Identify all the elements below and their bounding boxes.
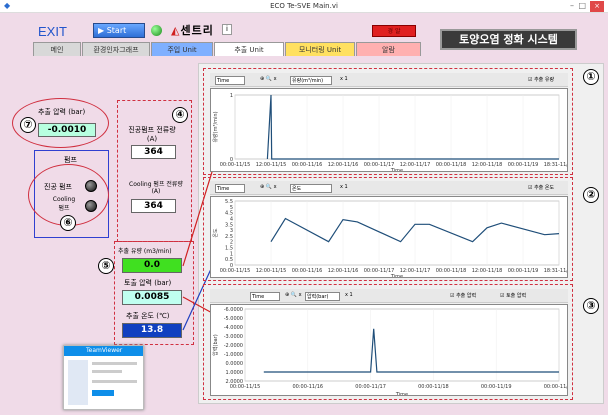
- chart2-time-field[interactable]: Time: [215, 184, 245, 193]
- callout-2: ②: [583, 187, 599, 203]
- x-axis-label: Time: [390, 168, 403, 172]
- y-axis-label: 유량(m³/min): [212, 111, 219, 142]
- y-tick-label: 0: [230, 157, 233, 163]
- y-tick-label: 1.0000: [226, 370, 244, 376]
- x-tick-label: 00:00-11/18: [436, 162, 467, 168]
- flow-chart[interactable]: 00:00-11/15 12:00-11/15 00:00-11/16 12:00-1…: [210, 88, 568, 172]
- chart2-zoom-icon[interactable]: ⊕ 🔍 x: [260, 184, 277, 190]
- chart1-time-field[interactable]: Time: [215, 76, 245, 85]
- x-tick-label: 12:00-11/18: [472, 162, 503, 168]
- pressure-chart[interactable]: 00:00-11/15 00:00-11/16 00:00-11/17 00:00-1…: [210, 304, 568, 396]
- y-tick-label: 2.5: [225, 234, 233, 240]
- chart3-unit-field[interactable]: 압력(bar): [305, 292, 340, 301]
- x-tick-label: 00:00-11/19: [508, 162, 539, 168]
- y-tick-label: 0.5: [225, 257, 233, 263]
- chart1-scale-button[interactable]: x 1: [340, 76, 348, 82]
- y-tick-label: 0.0000: [226, 361, 244, 367]
- y-tick-label: -6.0000: [224, 307, 243, 313]
- x-axis-label: Time: [390, 274, 403, 278]
- temperature-chart[interactable]: 00:00-11/15 12:00-11/15 00:00-11/16 12:00-1…: [210, 196, 568, 278]
- chart3-scale-button[interactable]: x 1: [345, 292, 353, 298]
- x-tick-label: 00:00-11/18: [436, 268, 467, 274]
- x-tick-label: 12:00-11/15: [256, 268, 287, 274]
- chart3-series2-label: 토출 압력: [506, 293, 527, 299]
- y-tick-label: -2.0000: [224, 343, 243, 349]
- x-tick-label: 00:00-11/15: [220, 162, 251, 168]
- plot-area: [234, 200, 560, 266]
- plot-area: [244, 308, 560, 382]
- x-tick-label: 00:00-11/19: [481, 384, 512, 390]
- y-tick-label: 1: [230, 251, 233, 257]
- callout-1: ①: [583, 69, 599, 85]
- chart1-zoom-icon[interactable]: ⊕ 🔍 x: [260, 76, 277, 82]
- chart1-series-label: 추출 유량: [534, 77, 555, 83]
- x-tick-label: 00:00-11/18: [418, 384, 449, 390]
- callout-3: ③: [583, 298, 599, 314]
- x-tick-label: 00:00-11/17: [364, 162, 395, 168]
- y-tick-label: -4.0000: [224, 325, 243, 331]
- chart3-series-check[interactable]: ☑ 추출 압력: [450, 292, 476, 299]
- x-tick-label: 00:00-11/20: [544, 384, 568, 390]
- chart1-unit-field[interactable]: 유량(m³/min): [290, 76, 332, 85]
- x-tick-label: 00:00-11/16: [292, 162, 323, 168]
- plot-area: [234, 94, 560, 160]
- teamviewer-line: [92, 370, 122, 373]
- teamviewer-window[interactable]: TeamViewer: [63, 345, 144, 410]
- x-axis-label: Time: [395, 392, 408, 396]
- y-tick-label: 4: [230, 216, 233, 222]
- chart2-series-check[interactable]: ☑ 추출 온도: [528, 184, 554, 191]
- teamviewer-line: [92, 362, 137, 365]
- teamviewer-button[interactable]: [92, 390, 114, 396]
- y-axis-label: 압력(bar): [212, 334, 219, 355]
- x-tick-label: 12:00-11/18: [472, 268, 503, 274]
- chart2-series-label: 추출 온도: [534, 185, 555, 191]
- chart2-unit-field[interactable]: 온도: [290, 184, 332, 193]
- y-tick-label: 0: [230, 263, 233, 269]
- y-tick-label: 5: [230, 205, 233, 211]
- y-tick-label: 2.0000: [226, 379, 244, 385]
- y-tick-label: 3: [230, 228, 233, 234]
- x-tick-label: 00:00-11/15: [220, 268, 251, 274]
- x-tick-label: 00:00-11/16: [292, 384, 323, 390]
- y-tick-label: -5.0000: [224, 316, 243, 322]
- x-tick-label: 00:00-11/17: [364, 268, 395, 274]
- y-tick-label: 1: [230, 93, 233, 99]
- x-tick-label: 00:00-11/19: [508, 268, 539, 274]
- y-tick-label: -1.0000: [224, 352, 243, 358]
- x-tick-label: 18:31-11/19: [544, 162, 568, 168]
- chart1-series-check[interactable]: ☑ 추출 유량: [528, 76, 554, 83]
- x-tick-label: 12:00-11/16: [328, 162, 359, 168]
- x-tick-label: 12:00-11/17: [400, 162, 431, 168]
- chart3-zoom-icon[interactable]: ⊕ 🔍 x: [285, 292, 302, 298]
- x-tick-label: 00:00-11/17: [355, 384, 386, 390]
- y-tick-label: 3.5: [225, 222, 233, 228]
- chart3-series2-check[interactable]: ☑ 토출 압력: [500, 292, 526, 299]
- teamviewer-sidebar: [68, 360, 88, 405]
- y-axis-label: 온도: [213, 228, 219, 238]
- teamviewer-title: TeamViewer: [86, 347, 123, 354]
- x-tick-label: 18:31-11/19: [544, 268, 568, 274]
- x-tick-label: 00:00-11/16: [292, 268, 323, 274]
- y-tick-label: -3.0000: [224, 334, 243, 340]
- y-tick-label: 1.5: [225, 246, 233, 252]
- chart2-scale-button[interactable]: x 1: [340, 184, 348, 190]
- teamviewer-line: [92, 380, 137, 383]
- y-tick-label: 5.5: [225, 199, 233, 205]
- chart3-series-label: 추출 압력: [456, 293, 477, 299]
- x-tick-label: 12:00-11/16: [328, 268, 359, 274]
- x-tick-label: 12:00-11/15: [256, 162, 287, 168]
- x-tick-label: 12:00-11/17: [400, 268, 431, 274]
- y-tick-label: 4.5: [225, 211, 233, 217]
- chart3-time-field[interactable]: Time: [250, 292, 280, 301]
- y-tick-label: 2: [230, 240, 233, 246]
